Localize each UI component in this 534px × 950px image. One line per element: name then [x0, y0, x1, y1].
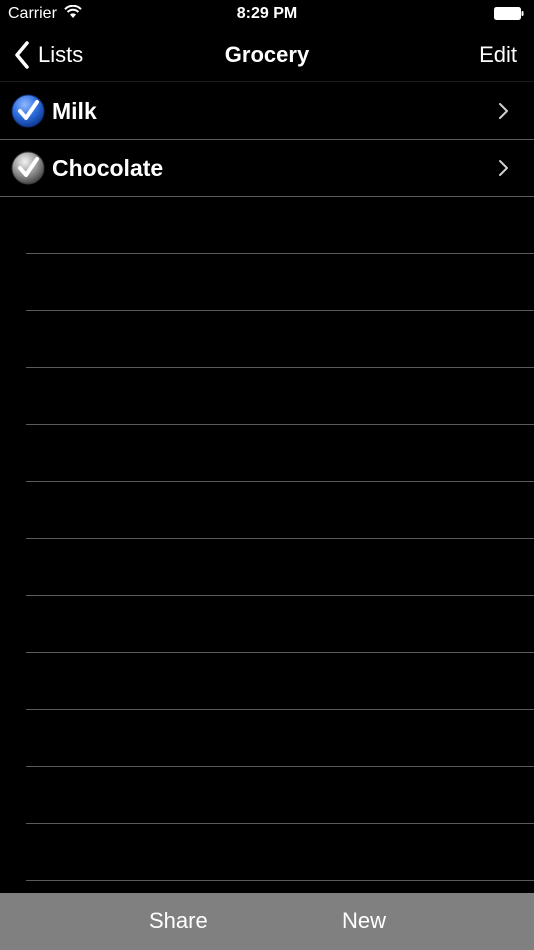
status-time: 8:29 PM [236, 5, 298, 22]
empty-row [26, 368, 534, 425]
list-item-chocolate[interactable]: Chocolate [0, 140, 534, 197]
list-item-milk[interactable]: Milk [0, 83, 534, 140]
empty-row [26, 710, 534, 767]
grocery-list: Milk Chocolate [0, 83, 534, 881]
empty-row [26, 482, 534, 539]
empty-row [26, 311, 534, 368]
empty-row [26, 254, 534, 311]
empty-row [26, 767, 534, 824]
status-bar: Carrier 8:29 PM [0, 0, 534, 28]
empty-row [26, 425, 534, 482]
page-title: Grocery [224, 42, 310, 67]
empty-row [26, 596, 534, 653]
empty-row [26, 653, 534, 710]
checkmark-circle-icon[interactable] [11, 94, 45, 128]
edit-button[interactable]: Edit [479, 42, 517, 68]
new-item-button[interactable]: New [342, 908, 386, 934]
chevron-right-icon[interactable] [498, 159, 509, 177]
empty-row [26, 539, 534, 596]
empty-row [26, 197, 534, 254]
battery-icon [494, 7, 524, 20]
share-button[interactable]: Share [149, 908, 208, 934]
empty-row [26, 824, 534, 881]
item-label: Milk [52, 97, 97, 124]
checkmark-circle-icon[interactable] [11, 151, 45, 185]
navigation-bar: Lists Grocery Edit [0, 28, 534, 82]
item-label: Chocolate [52, 154, 164, 181]
bottom-toolbar: Share New [0, 893, 534, 950]
chevron-right-icon[interactable] [498, 102, 509, 120]
